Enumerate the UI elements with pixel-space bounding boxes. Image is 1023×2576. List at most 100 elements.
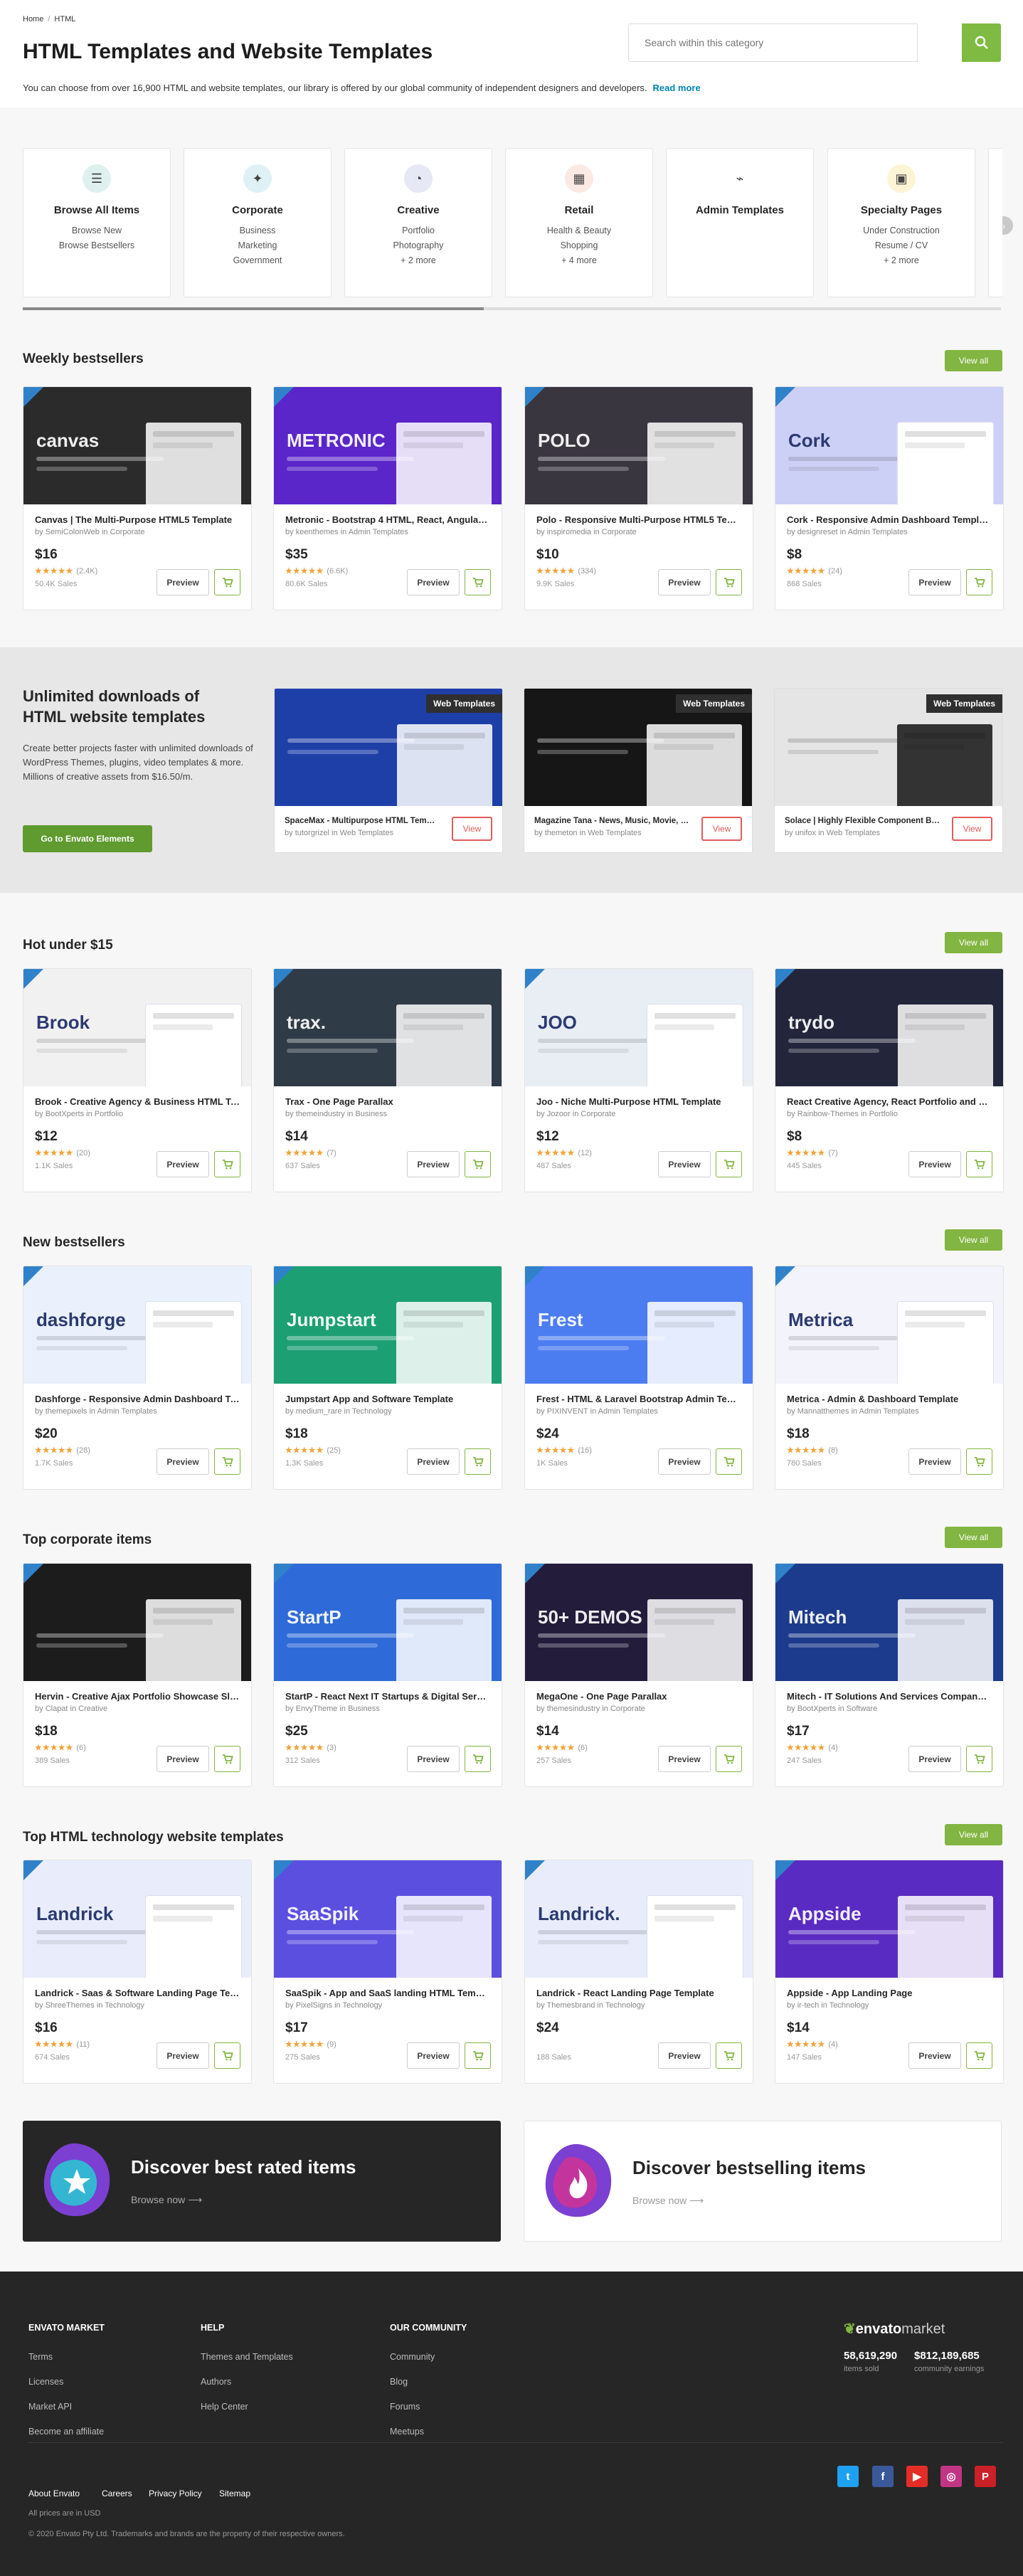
category-card[interactable]: ☰ Browse All Items Browse New Browse Bestse… [23, 148, 171, 297]
product-card[interactable]: POLO Polo - Responsive Multi-Purpose HTML… [524, 386, 753, 610]
add-to-cart-button[interactable] [465, 2042, 491, 2069]
product-title[interactable]: Landrick - React Landing Page Template [536, 1988, 741, 1998]
product-title[interactable]: Mitech - IT Solutions And Services Compa… [787, 1691, 992, 1702]
youtube-icon[interactable]: ▶ [906, 2466, 928, 2487]
footer-link[interactable]: Help Center [201, 2402, 248, 2412]
product-title[interactable]: Trax - One Page Parallax [285, 1096, 490, 1107]
product-thumbnail[interactable]: Landrick [23, 1860, 251, 1978]
product-title[interactable]: MegaOne - One Page Parallax [536, 1691, 741, 1702]
add-to-cart-button[interactable] [966, 569, 992, 595]
product-thumbnail[interactable]: trax. [274, 969, 502, 1086]
category-link[interactable]: Corporate [610, 1705, 645, 1713]
footer-link[interactable]: Authors [201, 2377, 231, 2387]
add-to-cart-button[interactable] [214, 2042, 240, 2069]
footer-link[interactable]: Blog [390, 2377, 408, 2387]
elements-thumbnail[interactable]: Web Templates [275, 689, 502, 806]
product-thumbnail[interactable]: Mitech [775, 1564, 1003, 1681]
product-thumbnail[interactable]: trydo [775, 969, 1003, 1086]
breadcrumb-home[interactable]: Home [23, 15, 43, 23]
add-to-cart-button[interactable] [716, 1746, 742, 1772]
category-link[interactable]: Corporate [110, 528, 145, 536]
product-thumbnail[interactable]: Appside [775, 1860, 1003, 1978]
discover-best-rated-link[interactable]: Browse now ⟶ [131, 2194, 202, 2206]
product-card[interactable]: Frest Frest - HTML & Laravel Bootstrap Ad… [524, 1266, 753, 1490]
category-link[interactable]: Admin Templates [859, 1407, 919, 1416]
footer-link[interactable]: Forums [390, 2402, 420, 2412]
product-title[interactable]: Jumpstart App and Software Template [285, 1394, 490, 1404]
footer-link[interactable]: Meetups [390, 2427, 424, 2437]
view-button[interactable]: View [701, 817, 742, 841]
read-more-link[interactable]: Read more [653, 83, 701, 93]
add-to-cart-button[interactable] [966, 1448, 992, 1475]
product-thumbnail[interactable]: POLO [525, 387, 753, 504]
category-sub-link[interactable]: Browse Bestsellers [23, 238, 170, 253]
preview-button[interactable]: Preview [658, 1151, 711, 1177]
product-thumbnail[interactable]: canvas [23, 387, 251, 504]
product-title[interactable]: Brook - Creative Agency & Business HTML … [35, 1096, 240, 1107]
product-title[interactable]: Canvas | The Multi-Purpose HTML5 Templat… [35, 514, 240, 525]
preview-button[interactable]: Preview [658, 2042, 711, 2069]
product-card[interactable]: 50+ DEMOS MegaOne - One Page Parallax by t… [524, 1563, 753, 1787]
category-link[interactable]: Corporate [581, 1110, 615, 1118]
elements-item-title[interactable]: SpaceMax - Multipurpose HTML Template [285, 817, 440, 825]
category-link[interactable]: Web Templates [340, 829, 393, 837]
product-card[interactable]: StartP StartP - React Next IT Startups & … [273, 1563, 502, 1787]
discover-bestselling-link[interactable]: Browse now ⟶ [632, 2195, 704, 2207]
add-to-cart-button[interactable] [716, 1448, 742, 1475]
preview-button[interactable]: Preview [407, 1151, 460, 1177]
author-link[interactable]: Jozoor [547, 1110, 571, 1118]
product-thumbnail[interactable]: Frest [525, 1266, 753, 1384]
view-all-button[interactable]: View all [945, 1527, 1002, 1548]
product-title[interactable]: Dashforge - Responsive Admin Dashboard T… [35, 1394, 240, 1404]
preview-button[interactable]: Preview [908, 2042, 961, 2069]
category-sub-link[interactable]: + 2 more [828, 253, 975, 268]
facebook-icon[interactable]: f [872, 2466, 894, 2487]
author-link[interactable]: EnvyTheme [296, 1705, 338, 1713]
footer-link[interactable]: Terms [28, 2352, 53, 2362]
category-sub-link[interactable]: Business [184, 223, 331, 238]
author-link[interactable]: themeton [545, 829, 578, 837]
category-sub-link[interactable]: + 4 more [506, 253, 652, 268]
preview-button[interactable]: Preview [407, 1746, 460, 1772]
view-all-button[interactable]: View all [945, 1229, 1002, 1251]
go-to-elements-button[interactable]: Go to Envato Elements [23, 825, 152, 852]
product-card[interactable]: Cork Cork - Responsive Admin Dashboard Te… [775, 386, 1004, 610]
product-thumbnail[interactable]: SaaSpik [274, 1860, 502, 1978]
view-all-button[interactable]: View all [945, 350, 1002, 371]
preview-button[interactable]: Preview [157, 1151, 209, 1177]
category-link[interactable]: Technology [343, 2001, 383, 2010]
preview-button[interactable]: Preview [908, 1448, 961, 1475]
footer-bottom-link[interactable]: About Envato [28, 2488, 80, 2498]
product-card[interactable]: canvas Canvas | The Multi-Purpose HTML5 T… [23, 386, 252, 610]
author-link[interactable]: ir-tech [797, 2001, 820, 2010]
author-link[interactable]: Rainbow-Themes [797, 1110, 859, 1118]
category-card[interactable]: ▣ Specialty Pages Under Construction Resume… [827, 148, 975, 297]
product-card[interactable]: trax. Trax - One Page Parallax by themeind… [273, 968, 502, 1192]
add-to-cart-button[interactable] [465, 569, 491, 595]
product-title[interactable]: SaaSpik - App and SaaS landing HTML Temp… [285, 1988, 490, 1998]
add-to-cart-button[interactable] [716, 1151, 742, 1177]
author-link[interactable]: PIXINVENT [547, 1407, 588, 1416]
author-link[interactable]: tutorgrizel [295, 829, 329, 837]
preview-button[interactable]: Preview [407, 2042, 460, 2069]
product-card[interactable]: trydo React Creative Agency, React Portfo… [775, 968, 1004, 1192]
product-card[interactable]: Hervin - Creative Ajax Portfolio Showcas… [23, 1563, 252, 1787]
category-sub-link[interactable]: Browse New [23, 223, 170, 238]
footer-link[interactable]: Market API [28, 2402, 72, 2412]
preview-button[interactable]: Preview [157, 1746, 209, 1772]
product-thumbnail[interactable]: Metrica [775, 1266, 1003, 1384]
footer-link[interactable]: Themes and Templates [201, 2352, 293, 2362]
category-link[interactable]: Technology [829, 2001, 869, 2010]
add-to-cart-button[interactable] [716, 2042, 742, 2069]
product-card[interactable]: Brook Brook - Creative Agency & Business … [23, 968, 252, 1192]
product-thumbnail[interactable]: 50+ DEMOS [525, 1564, 753, 1681]
product-card[interactable]: Landrick. Landrick - React Landing Page T… [524, 1860, 753, 2084]
author-link[interactable]: themeindustry [296, 1110, 345, 1118]
product-card[interactable]: JOO Joo - Niche Multi-Purpose HTML Templa… [524, 968, 753, 1192]
preview-button[interactable]: Preview [658, 1746, 711, 1772]
category-sub-link[interactable]: Government [184, 253, 331, 268]
preview-button[interactable]: Preview [908, 569, 961, 595]
product-thumbnail[interactable]: Jumpstart [274, 1266, 502, 1384]
add-to-cart-button[interactable] [214, 1448, 240, 1475]
product-title[interactable]: StartP - React Next IT Startups & Digita… [285, 1691, 490, 1702]
